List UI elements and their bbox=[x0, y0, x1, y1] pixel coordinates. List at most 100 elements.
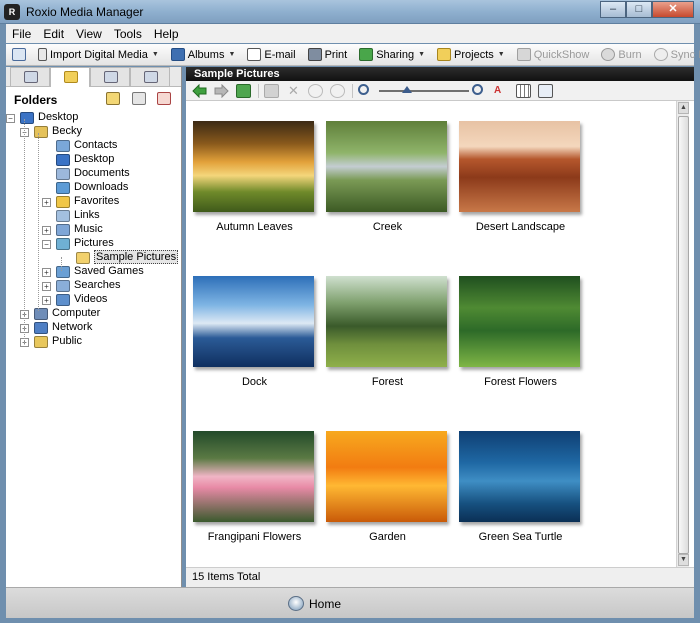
tree-item[interactable]: + Favorites bbox=[6, 195, 181, 209]
collapse-icon[interactable]: − bbox=[6, 114, 15, 123]
albums-icon bbox=[24, 71, 38, 83]
computer-icon bbox=[34, 308, 48, 320]
forward-arrow-icon[interactable] bbox=[214, 83, 229, 99]
menu-view[interactable]: View bbox=[70, 27, 108, 41]
user-folder-icon bbox=[34, 126, 48, 138]
up-folder-icon[interactable] bbox=[236, 84, 251, 98]
toolbar-toggle-button[interactable] bbox=[6, 48, 32, 61]
maximize-button[interactable]: □ bbox=[626, 1, 652, 18]
tab-folders[interactable] bbox=[50, 67, 90, 87]
menu-tools[interactable]: Tools bbox=[108, 27, 148, 41]
delete-icon[interactable]: ✕ bbox=[286, 84, 301, 98]
sync-now-button[interactable]: Sync Now bbox=[648, 48, 700, 61]
tree-item[interactable]: + Computer bbox=[6, 307, 181, 321]
thumbnail-image[interactable] bbox=[193, 121, 314, 212]
thumbnail-item[interactable]: Garden bbox=[319, 411, 452, 566]
tree-item-label: Network bbox=[52, 321, 93, 333]
menu-help[interactable]: Help bbox=[148, 27, 185, 41]
main-toolbar: Import Digital Media ▼ Albums ▼ E-mail P… bbox=[6, 44, 700, 66]
sync-icon bbox=[653, 48, 668, 61]
thumbnail-item[interactable]: Creek bbox=[319, 101, 452, 256]
monitor-icon[interactable] bbox=[264, 84, 279, 98]
quickshow-button[interactable]: QuickShow bbox=[511, 48, 596, 61]
grid-view-icon[interactable] bbox=[516, 84, 531, 98]
thumbnail-item[interactable]: Green Sea Turtle bbox=[452, 411, 585, 566]
thumbnail-image[interactable] bbox=[326, 276, 447, 367]
thumbnail-item[interactable]: Dock bbox=[186, 256, 319, 411]
tree-item[interactable]: Links bbox=[6, 209, 181, 223]
tab-albums[interactable] bbox=[10, 67, 50, 86]
thumbnail-image[interactable] bbox=[326, 121, 447, 212]
tree-item[interactable]: + Videos bbox=[6, 293, 181, 307]
tree-item[interactable]: − Becky bbox=[6, 125, 181, 139]
status-bar: 15 Items Total bbox=[186, 567, 694, 587]
scroll-thumb[interactable] bbox=[678, 116, 689, 554]
sort-az-icon[interactable]: A bbox=[494, 84, 509, 98]
minimize-button[interactable]: – bbox=[600, 1, 626, 18]
vertical-scrollbar[interactable]: ▲ ▼ bbox=[676, 101, 689, 567]
sharing-button[interactable]: Sharing ▼ bbox=[353, 48, 431, 61]
import-digital-media-button[interactable]: Import Digital Media ▼ bbox=[32, 48, 165, 61]
tree-item[interactable]: − Pictures bbox=[6, 237, 181, 251]
rotate-left-icon[interactable] bbox=[308, 84, 323, 98]
tree-item[interactable]: Sample Pictures bbox=[6, 250, 181, 265]
zoom-slider-track[interactable] bbox=[379, 90, 469, 92]
content-pane: Sample Pictures ✕ A Autumn Leaves Creek De… bbox=[186, 67, 694, 587]
thumbnail-item[interactable]: Desert Landscape bbox=[452, 101, 585, 256]
details-view-icon[interactable] bbox=[538, 84, 553, 98]
camera-icon bbox=[38, 48, 47, 61]
tree-item[interactable]: Downloads bbox=[6, 181, 181, 195]
zoom-out-icon[interactable] bbox=[358, 84, 369, 95]
scroll-down-icon[interactable]: ▼ bbox=[678, 554, 689, 566]
thumbnail-item[interactable]: Autumn Leaves bbox=[186, 101, 319, 256]
tree-item[interactable]: Desktop bbox=[6, 153, 181, 167]
email-button[interactable]: E-mail bbox=[241, 48, 301, 61]
zoom-slider-thumb[interactable] bbox=[402, 86, 412, 93]
tree-item[interactable]: + Saved Games bbox=[6, 265, 181, 279]
expand-icon[interactable]: + bbox=[42, 198, 51, 207]
tree-item[interactable]: + Network bbox=[6, 321, 181, 335]
burn-button[interactable]: Burn bbox=[595, 48, 647, 61]
tree-item[interactable]: Documents bbox=[6, 167, 181, 181]
tab-devices[interactable] bbox=[130, 67, 170, 86]
thumbnail-image[interactable] bbox=[193, 276, 314, 367]
menu-file[interactable]: File bbox=[6, 27, 37, 41]
thumbnail-item[interactable]: Forest bbox=[319, 256, 452, 411]
tree-item[interactable]: + Searches bbox=[6, 279, 181, 293]
expand-icon[interactable]: + bbox=[42, 268, 51, 277]
tree-item[interactable]: + Music bbox=[6, 223, 181, 237]
folder-sync-icon[interactable] bbox=[132, 92, 146, 105]
scroll-up-icon[interactable]: ▲ bbox=[678, 102, 689, 114]
thumbnail-image[interactable] bbox=[326, 431, 447, 522]
videos-folder-icon bbox=[56, 294, 70, 306]
expand-icon[interactable]: + bbox=[42, 226, 51, 235]
thumbnail-image[interactable] bbox=[459, 276, 580, 367]
thumbnail-image[interactable] bbox=[459, 121, 580, 212]
tree-item[interactable]: − Desktop bbox=[6, 111, 181, 125]
expand-icon[interactable]: + bbox=[42, 296, 51, 305]
collapse-icon[interactable]: − bbox=[42, 240, 51, 249]
thumbnail-item[interactable]: Frangipani Flowers bbox=[186, 411, 319, 566]
print-button[interactable]: Print bbox=[302, 48, 354, 61]
expand-icon[interactable]: + bbox=[42, 282, 51, 291]
back-arrow-icon[interactable] bbox=[192, 83, 207, 99]
new-folder-icon[interactable] bbox=[106, 92, 120, 105]
home-button[interactable]: Home bbox=[288, 596, 341, 611]
remove-folder-icon[interactable] bbox=[157, 92, 171, 105]
thumbnail-image[interactable] bbox=[459, 431, 580, 522]
thumbnail-image[interactable] bbox=[193, 431, 314, 522]
chevron-down-icon: ▼ bbox=[497, 51, 505, 58]
menu-edit[interactable]: Edit bbox=[37, 27, 70, 41]
thumbnail-item[interactable]: Forest Flowers bbox=[452, 256, 585, 411]
albums-button[interactable]: Albums ▼ bbox=[165, 48, 242, 61]
tree-item-label: Desktop bbox=[38, 111, 79, 123]
close-button[interactable]: ✕ bbox=[652, 1, 694, 18]
links-folder-icon bbox=[56, 210, 70, 222]
projects-button[interactable]: Projects ▼ bbox=[431, 48, 511, 61]
tree-item-label: Searches bbox=[74, 279, 121, 291]
rotate-right-icon[interactable] bbox=[330, 84, 345, 98]
tree-item[interactable]: Contacts bbox=[6, 139, 181, 153]
tree-item[interactable]: + Public bbox=[6, 335, 181, 349]
zoom-in-icon[interactable] bbox=[472, 84, 483, 95]
tab-computer[interactable] bbox=[90, 67, 130, 86]
